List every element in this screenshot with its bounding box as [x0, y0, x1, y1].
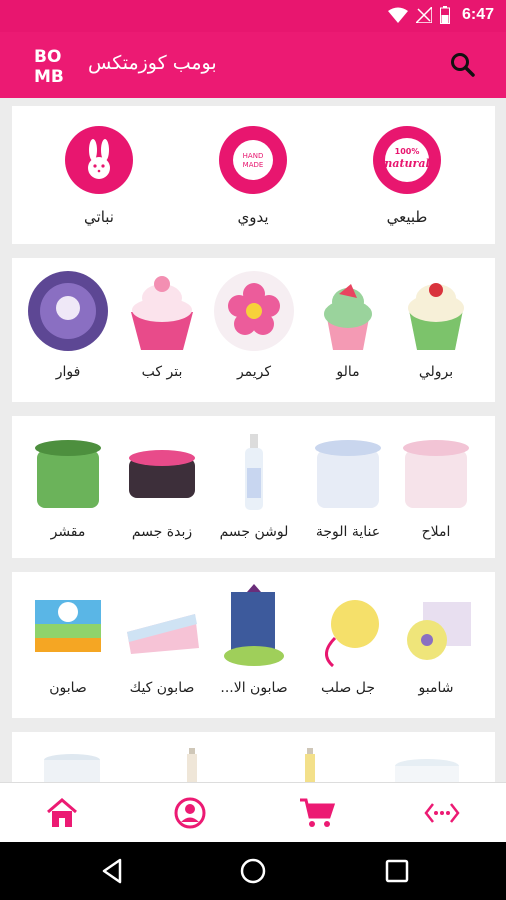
product-image-partial	[305, 748, 315, 782]
product-item[interactable]: مالو	[302, 268, 394, 380]
category-vegan[interactable]: نباتي	[53, 126, 145, 226]
product-item[interactable]: لوشن جسم	[208, 428, 300, 540]
product-item[interactable]: زبدة جسم	[116, 428, 208, 540]
product-image-partial	[44, 754, 100, 782]
product-label: شامبو	[418, 680, 454, 696]
category-label: يدوي	[237, 208, 269, 226]
products-row-2: املاح عناية الوجة لوشن جسم زبدة جسم مقشر	[12, 416, 495, 558]
back-icon[interactable]	[98, 856, 128, 886]
categories-card: 100% natural طبيعي HAND MADE يدوي نباتي	[12, 106, 495, 244]
soap-bar-icon	[35, 600, 101, 652]
products-row-4	[12, 732, 495, 782]
solid-gel-icon	[325, 600, 379, 668]
product-item[interactable]: جل صلب	[302, 584, 394, 696]
product-label: جل صلب	[321, 680, 375, 696]
bottom-nav	[0, 782, 506, 842]
cake-soap-icon	[127, 614, 199, 654]
product-item[interactable]: مقشر	[22, 428, 114, 540]
recents-icon[interactable]	[382, 856, 412, 886]
product-item[interactable]: املاح	[390, 428, 482, 540]
category-label: طبيعي	[386, 208, 428, 226]
category-handmade[interactable]: HAND MADE يدوي	[207, 126, 299, 226]
products-row-1: برولي مالو كريمر بتر كب فوار	[12, 258, 495, 402]
shampoo-bar-icon	[407, 602, 471, 660]
product-image-partial	[187, 748, 197, 782]
product-item[interactable]: صابون كيك	[116, 584, 208, 696]
product-item[interactable]: شامبو	[390, 584, 482, 696]
cupcake-pink-icon	[131, 276, 193, 350]
product-item[interactable]: صابون الا...	[208, 584, 300, 696]
svg-text:MADE: MADE	[243, 161, 264, 169]
category-label: نباتي	[84, 208, 114, 226]
nav-home-button[interactable]	[44, 795, 80, 831]
product-item[interactable]: فوار	[22, 268, 114, 380]
user-icon	[174, 797, 206, 829]
rabbit-icon	[65, 126, 133, 194]
app-bar: BO MB بومب كوزمتكس	[0, 32, 506, 98]
cupcake-mint-icon	[324, 284, 372, 350]
jar-dark-icon	[129, 450, 195, 498]
product-label: مالو	[336, 364, 360, 380]
natural-badge-icon: 100% natural	[373, 126, 441, 194]
battery-icon	[439, 6, 450, 24]
content-scroll[interactable]: 100% natural طبيعي HAND MADE يدوي نباتي …	[0, 98, 506, 782]
jar-blue-icon	[315, 440, 381, 508]
product-label: صابون	[49, 680, 87, 696]
nav-more-button[interactable]	[424, 795, 460, 831]
more-icon	[424, 803, 460, 823]
cart-icon	[300, 798, 335, 827]
app-title: بومب كوزمتكس	[88, 52, 217, 74]
product-item[interactable]: بتر كب	[116, 268, 208, 380]
status-icons: 6:47	[387, 6, 494, 24]
product-label: برولي	[418, 364, 454, 380]
product-label: زبدة جسم	[131, 524, 193, 540]
product-label: صابون الا...	[220, 680, 288, 696]
product-label: عناية الوجة	[315, 524, 381, 540]
product-label: صابون كيك	[129, 680, 195, 696]
product-label: مقشر	[50, 524, 86, 540]
status-bar: 6:47	[0, 0, 506, 32]
handmade-badge-icon: HAND MADE	[219, 126, 287, 194]
bomb-logo[interactable]: BO MB	[32, 44, 72, 87]
cupcake-green-icon	[408, 283, 464, 350]
product-item[interactable]: كريمر	[208, 268, 300, 380]
home-icon	[47, 798, 77, 827]
search-icon	[451, 53, 475, 77]
product-label: لوشن جسم	[219, 524, 289, 540]
svg-text:MB: MB	[34, 67, 64, 86]
product-label: املاح	[421, 524, 451, 540]
product-item[interactable]: برولي	[390, 268, 482, 380]
search-button[interactable]	[450, 52, 476, 78]
bath-bomb-purple-icon	[28, 271, 108, 351]
product-label: بتر كب	[141, 364, 183, 380]
svg-text:natural: natural	[384, 157, 429, 170]
products-row-3: شامبو جل صلب صابون الا... صابون كيك صابو…	[12, 572, 495, 718]
product-label: كريمر	[236, 364, 272, 380]
svg-text:HAND: HAND	[243, 152, 264, 160]
gift-soap-icon	[224, 584, 284, 666]
no-signal-icon	[415, 7, 432, 23]
svg-text:100%: 100%	[395, 147, 420, 156]
status-time: 6:47	[461, 6, 494, 23]
nav-cart-button[interactable]	[299, 795, 335, 831]
product-item[interactable]: عناية الوجة	[302, 428, 394, 540]
svg-text:BO: BO	[34, 47, 61, 67]
product-image-partial	[395, 759, 459, 782]
jar-green-icon	[35, 440, 101, 508]
nav-profile-button[interactable]	[172, 795, 208, 831]
bath-bomb-flower-icon	[214, 271, 294, 351]
system-nav-bar	[0, 842, 506, 900]
product-item[interactable]: صابون	[22, 584, 114, 696]
wifi-icon	[387, 7, 408, 23]
home-circle-icon[interactable]	[238, 856, 268, 886]
lotion-bottle-icon	[245, 434, 263, 510]
category-natural[interactable]: 100% natural طبيعي	[361, 126, 453, 226]
product-label: فوار	[55, 364, 81, 380]
jar-pink-icon	[403, 440, 469, 508]
